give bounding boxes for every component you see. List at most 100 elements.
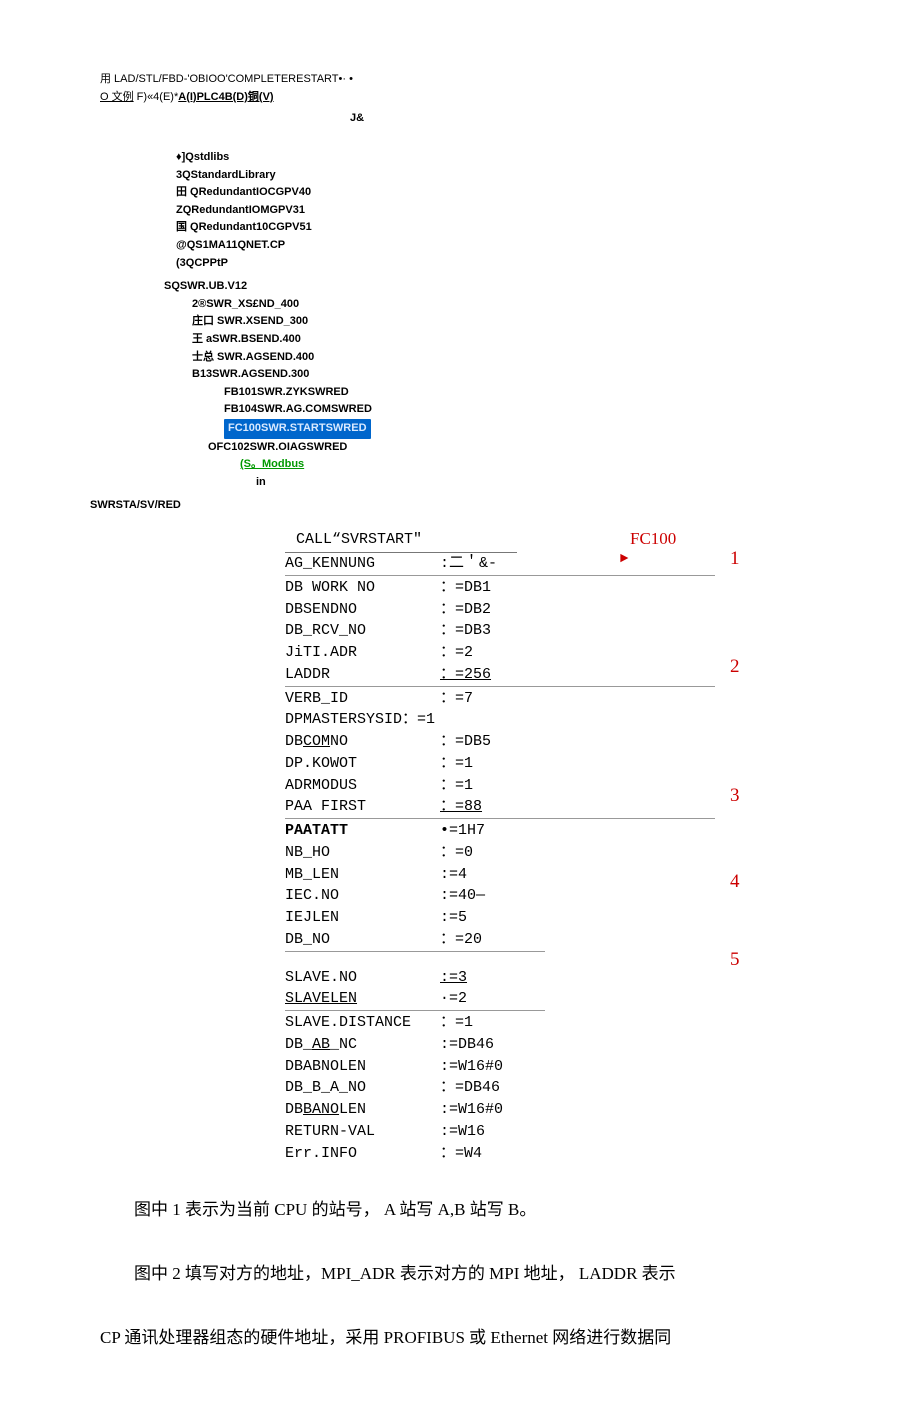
param-value: :二＇&-	[440, 553, 540, 575]
param-name: DB_NO	[285, 929, 440, 951]
param-name: AG_KENNUNG	[285, 553, 440, 575]
separator-line	[285, 686, 715, 687]
param-value: ：=1	[440, 775, 540, 797]
param-name: DB_B_A_NO	[285, 1077, 440, 1099]
param-value: :=40—	[440, 885, 540, 907]
param-name: JiTI.ADR	[285, 642, 440, 664]
param-value: ：=2	[440, 642, 540, 664]
param-value: :=W16#0	[440, 1099, 540, 1121]
chinese-paragraph-3: CP 通讯处理器组态的硬件地址，采用 PROFIBUS 或 Ethernet 网…	[100, 1320, 820, 1356]
tree-item: 庄口 SWR.XSEND_300	[192, 313, 820, 331]
param-value: ：=DB3	[440, 620, 540, 642]
param-name: DBSENDNO	[285, 599, 440, 621]
param-name: PAATATT	[285, 820, 440, 842]
swr-title: SWRSTA/SV/RED	[90, 499, 820, 511]
tree-item-selected: FC100SWR.STARTSWRED	[224, 419, 820, 439]
param-row: DBBANOLEN:=W16#0	[285, 1099, 820, 1121]
header-line2-bold: A(I)PLC4B(D)铜(V)	[178, 91, 273, 103]
param-value: :=5	[440, 907, 540, 929]
header-jamp: J&	[350, 112, 820, 124]
annotation-number: 2	[730, 656, 740, 678]
param-name: SLAVE.DISTANCE	[285, 1012, 440, 1034]
param-name: ADRMODUS	[285, 775, 440, 797]
param-value: ：=0	[440, 842, 540, 864]
param-value: ：=20	[440, 929, 540, 951]
param-value: :=W16#0	[440, 1056, 540, 1078]
tree-item: 2®SWR_XS£ND_400	[192, 296, 820, 314]
param-row: DPMASTERSYSID：=1	[285, 709, 820, 731]
param-row: DBABNOLEN:=W16#0	[285, 1056, 820, 1078]
tree-item: @QS1MA11QNET.CP	[176, 237, 820, 255]
param-name: DB_RCV_NO	[285, 620, 440, 642]
param-rows: AG_KENNUNG:二＇&-DB WORK NO：=DB1DBSENDNO：=…	[285, 553, 820, 1164]
tree-item: 王 aSWR.BSEND.400	[192, 331, 820, 349]
param-value: ：=DB5	[440, 731, 540, 753]
parameter-table: FC100 CALL“SVRSTART″ AG_KENNUNG:二＇&-DB W…	[285, 529, 820, 1164]
project-tree: ♦]Qstdlibs 3QStandardLibrary 田 QRedundan…	[160, 149, 820, 491]
fc100-label: FC100	[630, 529, 676, 549]
separator-line	[285, 1010, 545, 1011]
param-row: VERB_ID：=7	[285, 688, 820, 710]
param-value: ：=DB46	[440, 1077, 540, 1099]
call-line: CALL“SVRSTART″	[285, 529, 820, 553]
param-value: ：=1	[440, 753, 540, 775]
document-page: 用 LAD/STL/FBD-'OBIOO'COMPLETERESTART•· •…	[0, 0, 920, 1415]
tree-item: SQSWR.UB.V12	[164, 278, 820, 296]
param-name: DBABNOLEN	[285, 1056, 440, 1078]
param-name: NB_HO	[285, 842, 440, 864]
param-value: ：=1	[440, 1012, 540, 1034]
tree-item: ZQRedundantIOMGPV31	[176, 202, 820, 220]
param-value: ：=7	[440, 688, 540, 710]
tree-item: ♦]Qstdlibs	[176, 149, 820, 167]
param-name: DB WORK NO	[285, 577, 440, 599]
param-name: SLAVELEN	[285, 988, 440, 1010]
separator-line	[285, 818, 715, 819]
param-name: DB_AB_NC	[285, 1034, 440, 1056]
param-row: DBSENDNO：=DB2	[285, 599, 820, 621]
annotation-number: 5	[730, 949, 740, 971]
chinese-paragraph-1: 图中 1 表示为当前 CPU 的站号， A 站写 A,B 站写 B。	[100, 1192, 820, 1228]
param-value: ∙=2	[440, 988, 540, 1010]
param-row: PAA FIRST：=88	[285, 796, 820, 818]
annotation-number: 1	[730, 548, 740, 570]
param-value: :=3	[440, 967, 540, 989]
separator-line	[285, 575, 715, 576]
param-value: :=DB46	[440, 1034, 540, 1056]
param-value: ：=W4	[440, 1143, 540, 1165]
param-name: IEC.NO	[285, 885, 440, 907]
header-line-2: O 文例 F)«4(E)*A(I)PLC4B(D)铜(V)	[100, 88, 820, 104]
param-name: SLAVE.NO	[285, 967, 440, 989]
param-name: DBBANOLEN	[285, 1099, 440, 1121]
param-row: DB_NO：=20	[285, 929, 820, 951]
param-name: LADDR	[285, 664, 440, 686]
tree-item: 田 QRedundantIOCGPV40	[176, 184, 820, 202]
tree-item: in	[256, 474, 820, 492]
param-value: •=1H7	[440, 820, 540, 842]
param-name: DP.KOWOT	[285, 753, 440, 775]
arrow-icon: ►	[620, 551, 628, 567]
param-name: VERB_ID	[285, 688, 440, 710]
param-row: DBCOMNO：=DB5	[285, 731, 820, 753]
separator-line	[285, 951, 545, 952]
param-row: LADDR：=256	[285, 664, 820, 686]
header-line2-pre: O 文例	[100, 91, 134, 103]
param-row: SLAVE.NO:=3	[285, 967, 820, 989]
param-value: ：=DB1	[440, 577, 540, 599]
call-text: CALL“SVRSTART″	[285, 529, 517, 553]
param-name: PAA FIRST	[285, 796, 440, 818]
param-row: DB_B_A_NO：=DB46	[285, 1077, 820, 1099]
param-row: SLAVELEN∙=2	[285, 988, 820, 1010]
tree-item: FB101SWR.ZYKSWRED	[224, 384, 820, 402]
tree-item: (S。Modbus	[240, 456, 820, 474]
param-row: IEJLEN:=5	[285, 907, 820, 929]
tree-item: 3QStandardLibrary	[176, 167, 820, 185]
param-name: RETURN-VAL	[285, 1121, 440, 1143]
param-name: DPMASTERSYSID：=1	[285, 709, 440, 731]
param-row: NB_HO：=0	[285, 842, 820, 864]
param-value: :=W16	[440, 1121, 540, 1143]
chinese-paragraph-2: 图中 2 填写对方的地址，MPI_ADR 表示对方的 MPI 地址， LADDR…	[100, 1256, 820, 1292]
tree-selected-text: FC100SWR.STARTSWRED	[224, 419, 371, 439]
tree-item: FB104SWR.AG.COMSWRED	[224, 401, 820, 419]
param-row: PAATATT•=1H7	[285, 820, 820, 842]
param-row: AG_KENNUNG:二＇&-	[285, 553, 820, 575]
